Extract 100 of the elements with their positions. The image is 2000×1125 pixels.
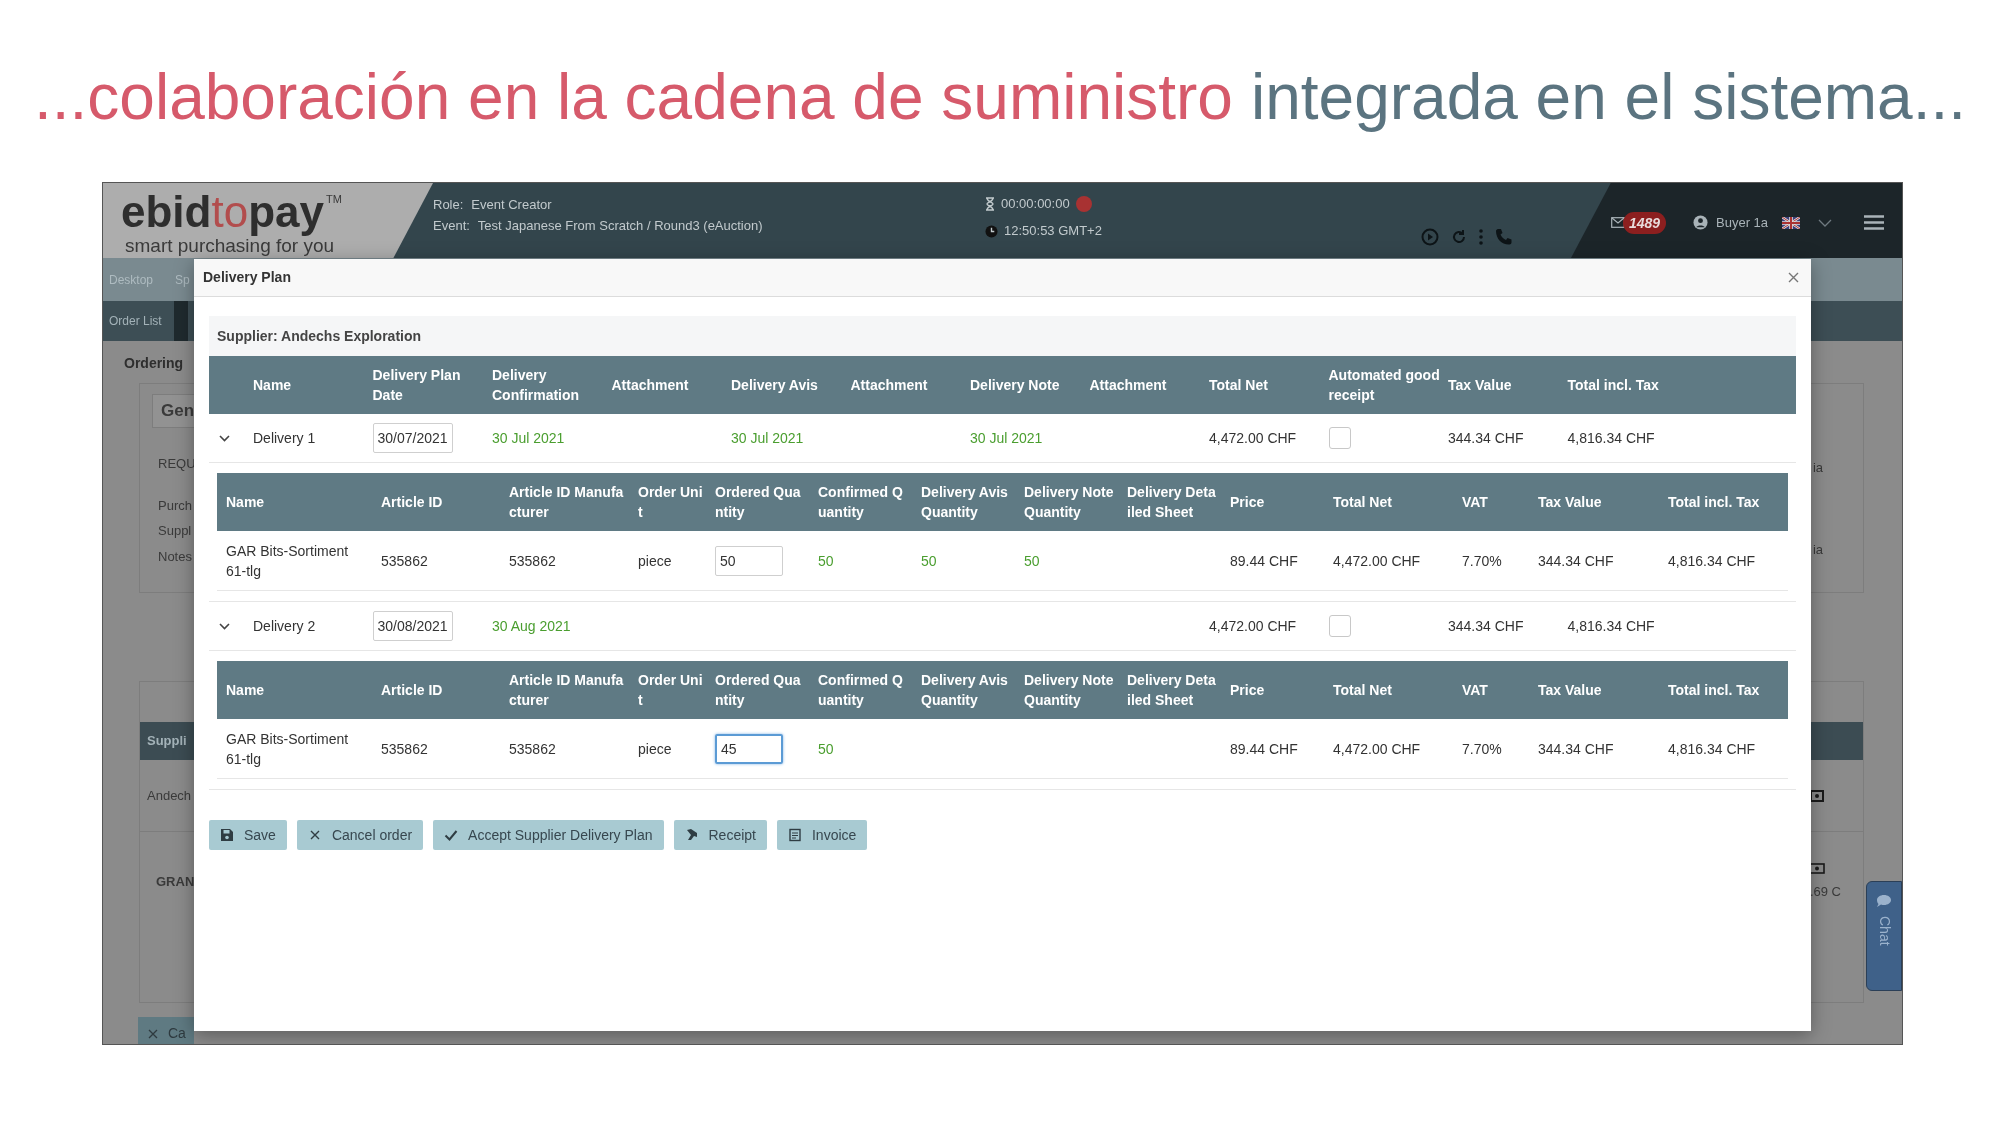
column-header: Order Unit	[638, 671, 704, 710]
supplier-label: Supplier: Andechs Exploration	[217, 326, 422, 346]
tagline: smart purchasing for you	[124, 235, 336, 257]
field-label: Purch	[158, 496, 193, 515]
column-header: Name	[226, 493, 266, 512]
grand-total-label: GRAN	[156, 873, 195, 892]
user-icon[interactable]	[1693, 215, 1708, 230]
column-header: Delivery Detailed Sheet	[1127, 671, 1217, 710]
column-header: Total incl. Tax	[1567, 376, 1660, 395]
check-icon	[444, 828, 459, 842]
column-header: Confirmed Quantity	[818, 671, 904, 710]
column-header: Article ID Manufacturer	[509, 671, 625, 710]
table-cell-text: 4,472.00 CHF	[1333, 551, 1422, 571]
quantity-field[interactable]: 45	[715, 733, 783, 764]
order-list-tab[interactable]: Order List	[103, 312, 174, 330]
table-cell-text: 4,816.34 CHF	[1567, 616, 1656, 636]
table-cell-text: 30 Aug 2021	[492, 616, 572, 636]
table-cell-text: GAR Bits-Sortiment 61-tlg	[226, 541, 350, 581]
column-header: Attachment	[1089, 376, 1168, 395]
column-header: Suppli	[147, 732, 187, 751]
field-value: ia	[1812, 459, 1823, 477]
chevron-down-icon[interactable]	[219, 434, 230, 442]
table-cell-text: 7.70%	[1462, 551, 1503, 571]
table-cell-text: 344.34 CHF	[1538, 739, 1615, 759]
table-cell-text: 4,472.00 CHF	[1333, 739, 1422, 759]
column-header: Delivery Note Quantity	[1024, 483, 1115, 522]
table-cell-text: 50	[818, 551, 835, 571]
checkbox[interactable]	[1328, 615, 1351, 637]
grand-total-value: .69 C	[1809, 882, 1841, 901]
cash-icon[interactable]	[1809, 862, 1825, 874]
user-name[interactable]: Buyer 1a	[1716, 212, 1769, 233]
table-cell-text: 50	[1024, 551, 1041, 571]
table-cell-text: 89.44 CHF	[1230, 739, 1299, 759]
invoice-button[interactable]: Invoice	[776, 820, 868, 850]
column-header: Total incl. Tax	[1668, 681, 1761, 700]
date-field[interactable]: 30/08/2021	[372, 611, 453, 641]
close-icon[interactable]	[1788, 272, 1799, 283]
clock-time: 12:50:53 GMT+2	[1004, 222, 1102, 241]
checkbox[interactable]	[1328, 427, 1351, 449]
receipt-button[interactable]: Receipt	[673, 820, 767, 850]
mail-icon[interactable]	[1611, 217, 1625, 228]
context-value: Test Japanese From Scratch / Round3 (eAuction)	[477, 217, 763, 235]
chat-tab[interactable]: Chat	[1866, 881, 1902, 991]
logo: ebidtopay	[121, 189, 324, 235]
column-header: VAT	[1462, 493, 1489, 512]
column-header: Article ID	[381, 493, 444, 512]
table-cell-text: 50	[818, 739, 835, 759]
table-cell-text: 535862	[381, 551, 429, 571]
clock-icon	[985, 224, 998, 238]
table-cell-text: Delivery 2	[253, 616, 317, 636]
table-cell-text: 535862	[381, 739, 429, 759]
table-cell-text: 535862	[509, 551, 557, 571]
column-header: Tax Value	[1448, 376, 1513, 395]
column-header: Total Net	[1333, 493, 1393, 512]
table-cell-text: 50	[921, 551, 938, 571]
column-header: Name	[226, 681, 266, 700]
table-cell-text: 89.44 CHF	[1230, 551, 1299, 571]
slide-title: integrada en el sistema...	[1250, 62, 1966, 132]
trademark: TM	[326, 192, 342, 207]
table-cell-text: Delivery 1	[253, 428, 317, 448]
column-header: Tax Value	[1538, 681, 1603, 700]
table-cell-text: 4,472.00 CHF	[1209, 616, 1298, 636]
cash-icon[interactable]	[1810, 789, 1824, 802]
field-value: ia	[1812, 540, 1823, 559]
document-icon	[787, 828, 802, 842]
menu-icon[interactable]	[1864, 215, 1885, 230]
column-header: Delivery Confirmation	[492, 366, 581, 405]
column-header: Article ID	[381, 681, 444, 700]
column-header: Ordered Quantity	[715, 671, 802, 710]
table-cell-text: 344.34 CHF	[1448, 616, 1525, 636]
column-header: Delivery Avis Quantity	[921, 671, 1009, 710]
supplier-name: Andech	[147, 786, 192, 805]
column-header: Delivery Avis	[731, 376, 819, 395]
chevron-down-icon[interactable]	[219, 622, 230, 630]
column-header: Delivery Note Quantity	[1024, 671, 1115, 710]
column-header: Tax Value	[1538, 493, 1603, 512]
table-cell-text: piece	[638, 739, 673, 759]
column-header: Total Net	[1209, 376, 1269, 395]
notification-badge[interactable]: 1489	[1623, 211, 1667, 234]
date-field[interactable]: 30/07/2021	[372, 423, 453, 453]
save-button[interactable]: Save	[209, 820, 287, 850]
table-cell-text: 30 Jul 2021	[970, 428, 1044, 448]
accept-button[interactable]: Accept Supplier Delivery Plan	[433, 820, 664, 850]
column-header: Delivery Note	[970, 376, 1061, 395]
table-cell-text: 4,816.34 CHF	[1567, 428, 1656, 448]
context-label: Event:	[433, 217, 470, 235]
column-header: Name	[253, 376, 293, 395]
close-icon	[148, 1028, 158, 1039]
column-header: Delivery Avis Quantity	[921, 483, 1009, 522]
quantity-field[interactable]: 50	[715, 545, 783, 576]
cancel-button[interactable]: Cancel order	[296, 820, 424, 850]
flag-icon[interactable]	[1782, 216, 1801, 229]
timer: 00:00:00:00	[1001, 195, 1070, 214]
column-header: Confirmed Quantity	[818, 483, 904, 522]
table-cell-text: 535862	[509, 739, 557, 759]
table-cell-text: 7.70%	[1462, 739, 1503, 759]
table-cell-text: 344.34 CHF	[1538, 551, 1615, 571]
column-header: Attachment	[611, 376, 690, 395]
column-header: Total incl. Tax	[1668, 493, 1761, 512]
table-cell-text: 30 Jul 2021	[492, 428, 566, 448]
